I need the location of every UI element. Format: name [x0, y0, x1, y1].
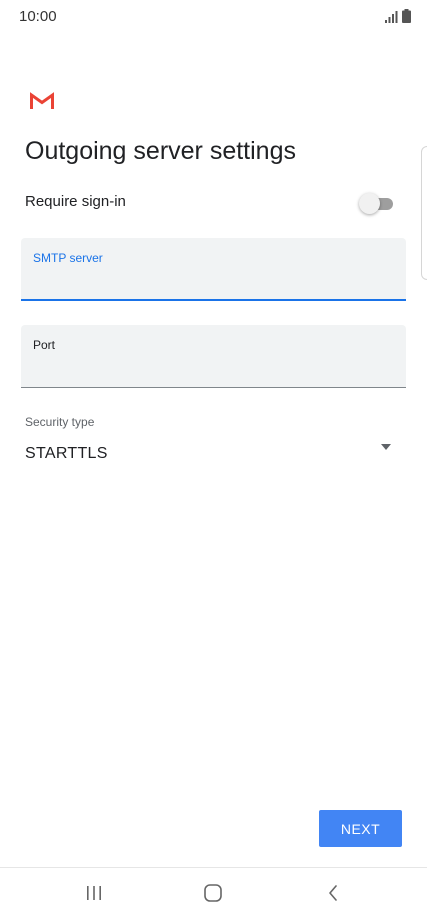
require-signin-row: Require sign-in	[25, 188, 395, 216]
require-signin-toggle[interactable]	[359, 191, 395, 215]
port-input[interactable]	[33, 357, 393, 379]
edge-panel-handle[interactable]	[421, 146, 427, 280]
navigation-bar	[0, 867, 427, 916]
security-type-label: Security type	[25, 415, 95, 429]
smtp-server-field[interactable]: SMTP server	[21, 238, 406, 301]
smtp-server-input[interactable]	[33, 270, 393, 292]
chevron-down-icon	[381, 444, 391, 450]
screen: 10:00 Outgoing server settings Require s…	[0, 0, 427, 916]
port-field[interactable]: Port	[21, 325, 406, 388]
back-button[interactable]	[303, 868, 363, 916]
status-icons	[385, 9, 411, 23]
port-label: Port	[33, 338, 56, 352]
recents-button[interactable]	[64, 868, 124, 916]
status-time: 10:00	[19, 8, 57, 25]
battery-icon	[402, 9, 411, 23]
back-icon	[329, 884, 337, 901]
toggle-thumb	[359, 193, 380, 214]
gmail-logo	[30, 92, 54, 109]
security-type-value: STARTTLS	[25, 445, 108, 462]
home-button[interactable]	[183, 868, 243, 916]
smtp-server-label: SMTP server	[33, 251, 103, 265]
page-title: Outgoing server settings	[25, 137, 296, 165]
require-signin-label: Require sign-in	[25, 193, 126, 210]
home-icon	[204, 883, 222, 902]
recents-icon	[87, 885, 101, 900]
signal-icon	[385, 11, 398, 23]
status-bar: 10:00	[0, 0, 427, 34]
next-button[interactable]: NEXT	[319, 810, 402, 847]
security-type-dropdown[interactable]: STARTTLS	[25, 440, 395, 470]
